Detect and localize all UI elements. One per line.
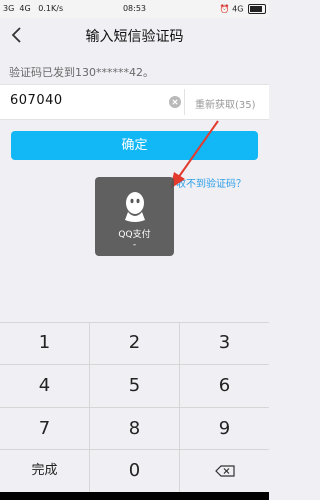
bottom-bar <box>0 492 269 500</box>
backspace-icon <box>214 465 235 477</box>
key-5[interactable]: 5 <box>90 365 179 407</box>
wifi-signal-label: 4G <box>232 4 244 14</box>
battery-icon <box>248 4 266 14</box>
status-bar: 3G 4G 0.1K/s 08:53 ⏰ 4G <box>0 0 269 18</box>
resend-button[interactable]: 重新获取(35) <box>195 96 256 111</box>
key-4[interactable]: 4 <box>0 365 89 407</box>
key-6[interactable]: 6 <box>180 365 269 407</box>
code-input-row: 607040 重新获取(35) <box>0 84 269 120</box>
key-0[interactable]: 0 <box>90 450 179 492</box>
sent-hint: 验证码已发到130******42。 <box>9 66 154 79</box>
page-title: 输入短信验证码 <box>85 29 184 45</box>
key-7[interactable]: 7 <box>0 408 89 450</box>
status-icons: ⏰ 4G <box>220 4 266 14</box>
alarm-icon: ⏰ <box>219 4 230 14</box>
verification-code-input[interactable]: 607040 <box>10 93 63 108</box>
toast-title: QQ支付 <box>118 230 151 240</box>
clear-icon[interactable] <box>169 96 181 108</box>
key-8[interactable]: 8 <box>90 408 179 450</box>
loading-toast: QQ支付 - <box>95 177 174 256</box>
key-3[interactable]: 3 <box>180 322 269 364</box>
done-key[interactable]: 完成 <box>0 450 89 492</box>
key-1[interactable]: 1 <box>0 322 89 364</box>
divider <box>184 89 185 115</box>
key-2[interactable]: 2 <box>90 322 179 364</box>
key-9[interactable]: 9 <box>180 408 269 450</box>
toast-subtitle: - <box>132 240 137 250</box>
qq-penguin-icon <box>125 192 145 222</box>
help-link[interactable]: 收不到验证码？ <box>176 175 246 190</box>
nav-bar: 输入短信验证码 <box>0 18 269 52</box>
backspace-key[interactable] <box>180 450 269 492</box>
confirm-button[interactable]: 确定 <box>11 131 258 160</box>
numeric-keypad: 1 2 3 4 5 6 7 8 9 完成 0 <box>0 322 269 492</box>
